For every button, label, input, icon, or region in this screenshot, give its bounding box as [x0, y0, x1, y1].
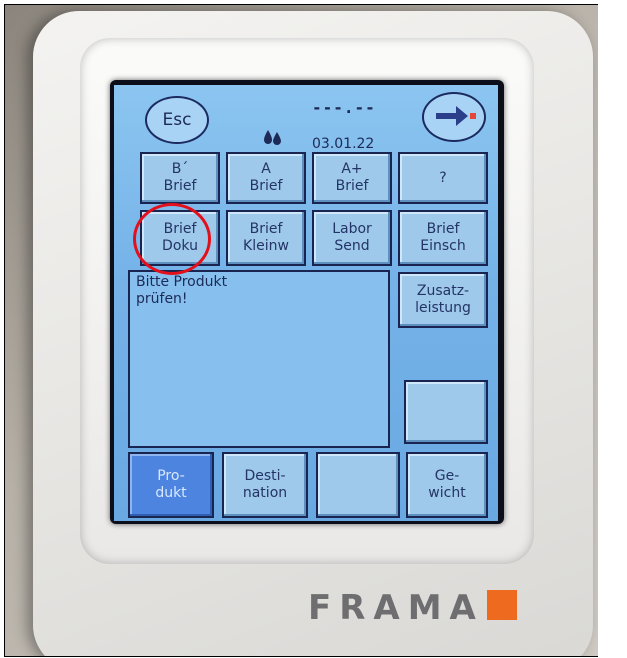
product-button-labor-send[interactable]: Labor Send [312, 210, 392, 266]
product-button-label: B´ Brief [163, 161, 197, 194]
amount-display: ---.-- [312, 98, 376, 117]
product-button-label: A+ Brief [335, 161, 369, 194]
esc-label: Esc [162, 110, 192, 130]
empty-side-button[interactable] [404, 380, 488, 444]
tab-label: Desti- nation [242, 468, 288, 501]
next-button[interactable] [422, 92, 486, 142]
esc-button[interactable]: Esc [145, 96, 209, 144]
product-button-label: Brief Einsch [420, 221, 466, 254]
highlight-circle [133, 203, 211, 275]
product-button-a-brief[interactable]: A Brief [226, 152, 306, 204]
product-button-b-brief[interactable]: B´ Brief [140, 152, 220, 204]
product-button-label: Labor Send [332, 221, 372, 254]
side-button-label: Zusatz- leistung [415, 283, 471, 316]
tab-empty[interactable] [316, 452, 400, 518]
product-button-a-plus-brief[interactable]: A+ Brief [312, 152, 392, 204]
zusatzleistung-button[interactable]: Zusatz- leistung [398, 272, 488, 328]
ink-drops-icon [264, 130, 281, 145]
tab-destination[interactable]: Desti- nation [222, 452, 308, 518]
product-button-brief-kleinw[interactable]: Brief Kleinw [226, 210, 306, 266]
brand-logo-text: FRAMA [308, 588, 484, 628]
tab-label: Ge- wicht [428, 468, 466, 501]
message-box: Bitte Produkt prüfen! [128, 270, 390, 448]
product-button-label: ? [439, 169, 447, 186]
product-button-brief-einsch[interactable]: Brief Einsch [398, 210, 488, 266]
tab-gewicht[interactable]: Ge- wicht [406, 452, 488, 518]
product-button-label: Brief Kleinw [243, 221, 289, 254]
date-display: 03.01.22 [312, 136, 375, 152]
page-margin [598, 4, 627, 658]
tab-produkt[interactable]: Pro- dukt [128, 452, 214, 518]
product-button-label: A Brief [249, 161, 283, 194]
tab-label: Pro- dukt [155, 468, 187, 501]
brand-logo-square [487, 590, 517, 620]
help-button[interactable]: ? [398, 152, 488, 204]
